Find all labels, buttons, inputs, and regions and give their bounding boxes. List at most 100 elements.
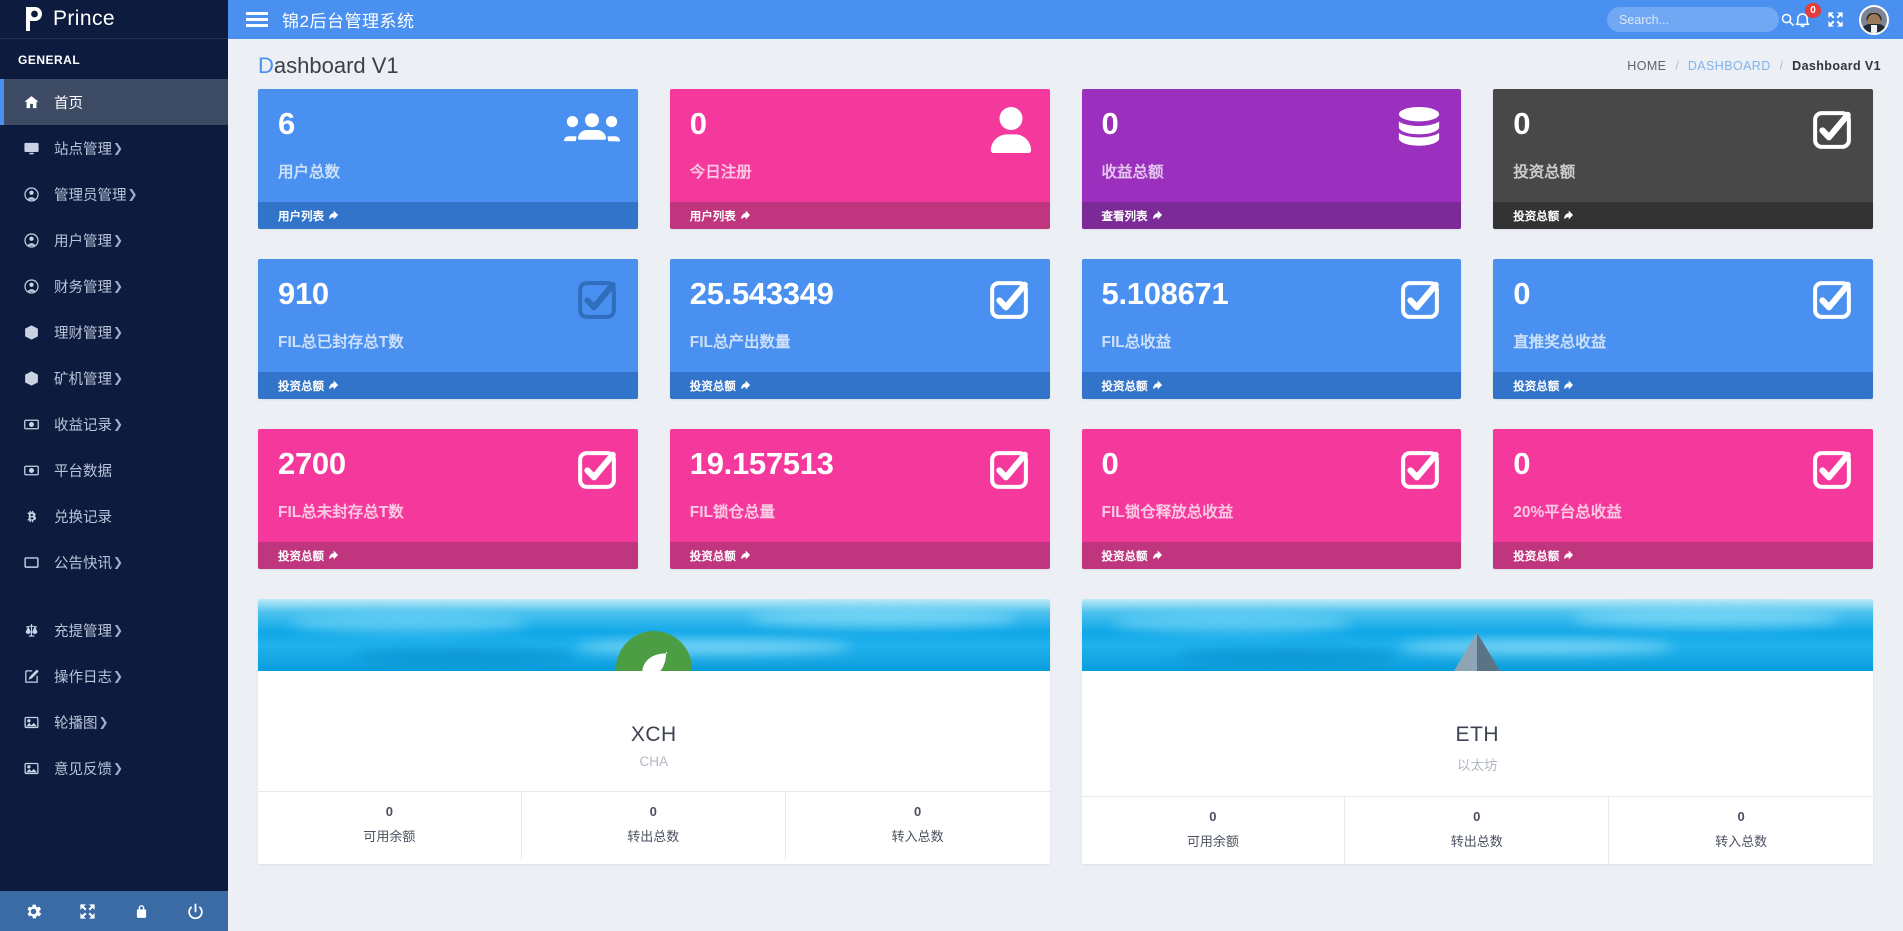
stat-card[interactable]: 5.108671 FIL总收益 投资总额 xyxy=(1081,259,1462,399)
coin-stat-value: 0 xyxy=(1473,809,1481,824)
stat-card[interactable]: 0 投资总额 投资总额 xyxy=(1493,89,1873,229)
stat-value: 0 xyxy=(689,106,707,141)
coin-stat-label: 可用余额 xyxy=(363,829,416,844)
stat-card-footer-link[interactable]: 投资总额 xyxy=(1493,542,1873,569)
search-box[interactable] xyxy=(1607,7,1794,32)
check-square-icon xyxy=(1397,277,1443,328)
fullscreen-icon[interactable] xyxy=(1826,10,1845,29)
arrows-alt-icon[interactable] xyxy=(67,902,107,921)
search-input[interactable] xyxy=(1619,12,1780,27)
coin-banner-image xyxy=(1081,599,1873,671)
sidebar-item-label: 站点管理 xyxy=(54,141,112,158)
share-square-icon xyxy=(1152,550,1163,561)
stat-value: 910 xyxy=(278,276,329,311)
share-square-icon xyxy=(328,550,339,561)
breadcrumb-item-1[interactable]: DASHBOARD xyxy=(1688,59,1771,73)
hamburger-icon[interactable] xyxy=(246,12,268,27)
check-square-icon xyxy=(1809,277,1855,328)
sidebar-item-label: 管理员管理 xyxy=(54,187,127,204)
stat-card[interactable]: 0 今日注册 用户列表 xyxy=(669,89,1050,229)
sidebar-item-7[interactable]: 收益记录 ❯ xyxy=(0,401,228,447)
sidebar-item-5[interactable]: 理财管理 ❯ xyxy=(0,309,228,355)
stat-card-footer-link[interactable]: 投资总额 xyxy=(669,372,1050,399)
sidebar-item-11[interactable]: 充提管理 ❯ xyxy=(0,607,228,653)
stat-card[interactable]: 0 收益总额 查看列表 xyxy=(1081,89,1462,229)
user-circle-icon xyxy=(18,278,44,295)
coin-logo xyxy=(615,631,692,671)
user-circle-icon xyxy=(18,186,44,203)
sidebar-item-14[interactable]: 意见反馈 ❯ xyxy=(0,745,228,791)
stat-card[interactable]: 0 FIL锁仓释放总收益 投资总额 xyxy=(1081,429,1462,569)
stat-card-footer-link[interactable]: 投资总额 xyxy=(1081,542,1462,569)
stat-value: 25.543349 xyxy=(689,276,834,311)
image-icon xyxy=(18,714,44,731)
sidebar-item-6[interactable]: 矿机管理 ❯ xyxy=(0,355,228,401)
chevron-right-icon: ❯ xyxy=(113,417,124,431)
stat-card-body: 910 FIL总已封存总T数 xyxy=(258,259,638,372)
stat-card-footer-link[interactable]: 投资总额 xyxy=(1081,372,1462,399)
stat-card[interactable]: 19.157513 FIL锁仓总量 投资总额 xyxy=(669,429,1050,569)
stat-card[interactable]: 6 用户总数用户列表 xyxy=(258,89,638,229)
main-area: 锦2后台管理系统 0 xyxy=(228,0,1903,931)
stat-card[interactable]: 910 FIL总已封存总T数投资总额 xyxy=(258,259,638,399)
notifications-bell[interactable]: 0 xyxy=(1793,3,1821,29)
stat-card-footer-link[interactable]: 投资总额 xyxy=(258,542,638,569)
stat-card-body: 6 用户总数 xyxy=(258,89,638,202)
stat-card-footer-link[interactable]: 投资总额 xyxy=(258,372,638,399)
coin-banner-image xyxy=(258,599,1050,671)
cube-icon xyxy=(18,370,44,387)
stat-card-footer-link[interactable]: 投资总额 xyxy=(1493,372,1873,399)
check-square-icon xyxy=(986,447,1032,498)
breadcrumb-item-0[interactable]: HOME xyxy=(1627,59,1666,73)
stat-card-footer-link[interactable]: 用户列表 xyxy=(258,202,638,229)
stat-footer-label: 用户列表 xyxy=(689,210,736,223)
stat-card-footer-link[interactable]: 投资总额 xyxy=(1493,202,1873,229)
chevron-right-icon: ❯ xyxy=(113,555,124,569)
stat-card-footer-link[interactable]: 投资总额 xyxy=(669,542,1050,569)
stat-card-body: 2700 FIL总未封存总T数 xyxy=(258,429,638,542)
sidebar-item-1[interactable]: 站点管理 ❯ xyxy=(0,125,228,171)
share-square-icon xyxy=(740,210,751,221)
sidebar-item-3[interactable]: 用户管理 ❯ xyxy=(0,217,228,263)
breadcrumb-separator: / xyxy=(1779,59,1784,73)
share-square-icon xyxy=(328,380,339,391)
stat-footer-label: 用户列表 xyxy=(278,210,324,223)
stat-card[interactable]: 0 直推奖总收益 投资总额 xyxy=(1493,259,1873,399)
sidebar-item-0[interactable]: 首页 xyxy=(0,79,228,125)
gear-icon[interactable] xyxy=(13,902,53,921)
breadcrumb: HOME / DASHBOARD / Dashboard V1 xyxy=(1627,59,1881,73)
chevron-right-icon: ❯ xyxy=(113,761,124,775)
stat-card-footer-link[interactable]: 查看列表 xyxy=(1081,202,1462,229)
stat-card[interactable]: 25.543349 FIL总产出数量投资总额 xyxy=(669,259,1050,399)
user-icon xyxy=(990,107,1032,158)
coin-stat-label: 转入总数 xyxy=(1715,834,1768,849)
sidebar-item-12[interactable]: 操作日志 ❯ xyxy=(0,653,228,699)
sidebar-item-9[interactable]: 兑换记录 xyxy=(0,493,228,539)
breadcrumb-item-2: Dashboard V1 xyxy=(1792,59,1881,73)
stat-label: FIL总已封存总T数 xyxy=(278,334,404,351)
sidebar-item-2[interactable]: 管理员管理 ❯ xyxy=(0,171,228,217)
sidebar-item-13[interactable]: 轮播图 ❯ xyxy=(0,699,228,745)
stat-footer-label: 投资总额 xyxy=(1513,380,1560,393)
avatar[interactable] xyxy=(1859,4,1889,35)
sidebar-item-10[interactable]: 公告快讯 ❯ xyxy=(0,539,228,585)
topbar: 锦2后台管理系统 0 xyxy=(228,0,1903,39)
stat-card[interactable]: 2700 FIL总未封存总T数 投资总额 xyxy=(258,429,638,569)
sidebar-item-4[interactable]: 财务管理 ❯ xyxy=(0,263,228,309)
sidebar-item-label: 轮播图 xyxy=(54,715,98,732)
check-square-icon xyxy=(1809,447,1855,498)
stat-label: FIL总产出数量 xyxy=(689,334,791,351)
brand-logo-area[interactable]: Prince xyxy=(0,0,228,39)
coin-stat: 0 转入总数 xyxy=(1609,797,1873,864)
sidebar-item-8[interactable]: 平台数据 xyxy=(0,447,228,493)
sidebar-footer xyxy=(0,891,228,931)
stat-card-footer-link[interactable]: 用户列表 xyxy=(669,202,1050,229)
stat-card[interactable]: 0 20%平台总收益 投资总额 xyxy=(1493,429,1873,569)
lock-icon[interactable] xyxy=(121,902,161,921)
leaf-icon xyxy=(615,631,692,671)
power-icon[interactable] xyxy=(175,902,215,921)
sidebar-group-spacer xyxy=(0,585,228,607)
coin-stat: 0 转出总数 xyxy=(522,792,786,859)
chevron-right-icon: ❯ xyxy=(113,669,124,683)
sidebar-item-label: 平台数据 xyxy=(54,463,112,480)
